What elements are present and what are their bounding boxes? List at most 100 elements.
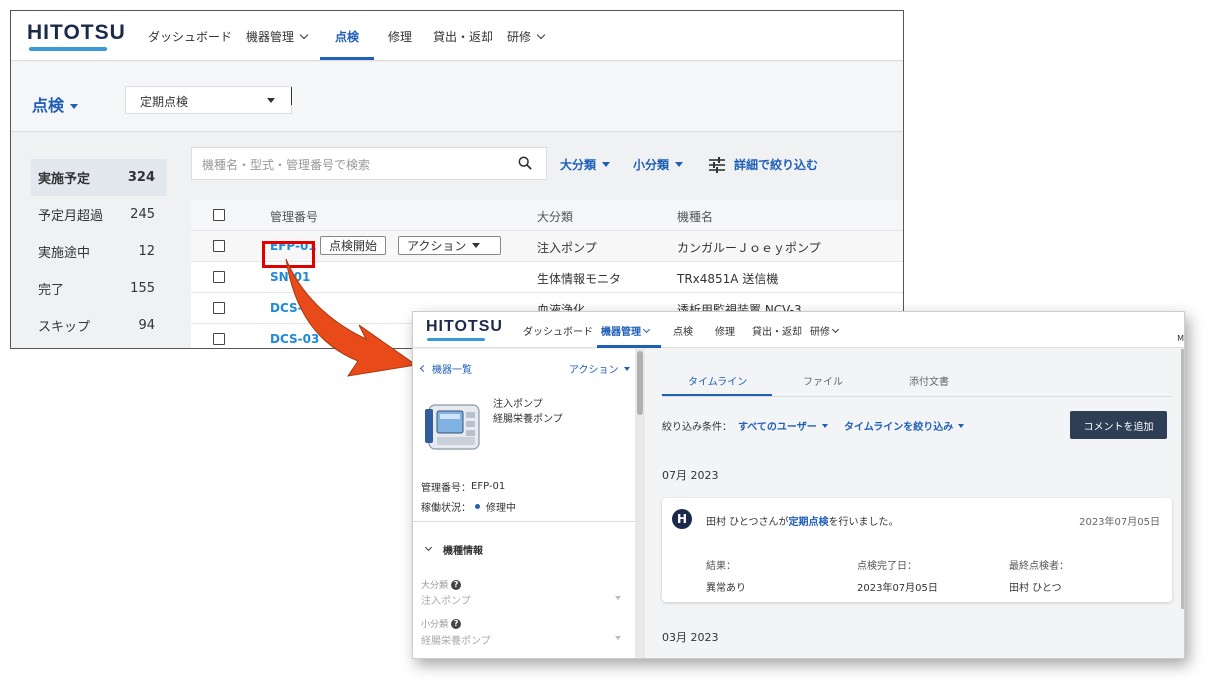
search-input[interactable]: 機種名・型式・管理番号で検索 xyxy=(191,147,547,180)
infusion-pump-image xyxy=(425,404,480,450)
tab-attachments[interactable]: 添付文書 xyxy=(909,373,949,388)
caret-down-icon xyxy=(623,366,630,371)
major-category-filter[interactable]: 大分類 xyxy=(560,156,611,173)
field-label-text: 小分類 xyxy=(421,620,449,630)
top-nav: HITOTSU ダッシュボード 機器管理 点検 修理 貸出・返却 研修 M xyxy=(413,312,1184,348)
nav-repair[interactable]: 修理 xyxy=(715,323,735,338)
timeline-entry-text: 田村 ひとつさんが定期点検を行いました。 xyxy=(706,513,898,528)
column-header[interactable]: 大分類 xyxy=(537,208,573,225)
action-button[interactable]: アクション xyxy=(398,236,501,255)
hitotsu-logo[interactable]: HITOTSU xyxy=(27,21,126,51)
nav-dashboard[interactable]: ダッシュボード xyxy=(148,28,232,45)
action-dropdown[interactable]: アクション xyxy=(569,361,630,376)
scrollbar-thumb[interactable] xyxy=(637,351,643,415)
completion-value: 2023年07月05日 xyxy=(857,583,938,594)
operation-status: 稼働状況： 修理中 xyxy=(421,499,516,514)
sidebar-item-overdue[interactable]: 予定月超過 245 xyxy=(31,196,167,233)
sidebar-item-count: 324 xyxy=(127,170,155,185)
device-category: 注入ポンプ xyxy=(493,399,543,410)
field-value-text: 経腸栄養ポンプ xyxy=(421,636,491,647)
sidebar-item-skipped[interactable]: スキップ 94 xyxy=(31,307,167,344)
nav-label: 修理 xyxy=(388,30,413,44)
start-inspection-button[interactable]: 点検開始 xyxy=(320,236,387,255)
row-checkbox[interactable] xyxy=(213,333,225,345)
tab-files[interactable]: ファイル xyxy=(803,373,843,388)
entry-highlight[interactable]: 定期点検 xyxy=(788,517,828,528)
select-all-checkbox[interactable] xyxy=(213,209,225,221)
search-icon[interactable] xyxy=(518,156,532,170)
nav-repair[interactable]: 修理 xyxy=(388,28,412,45)
nav-training[interactable]: 研修 xyxy=(810,323,840,338)
row-checkbox[interactable] xyxy=(213,240,225,252)
month-heading: 03月 2023 xyxy=(662,631,719,644)
button-label: アクション xyxy=(407,239,467,253)
caret-down-icon xyxy=(602,162,611,167)
page-title-dropdown[interactable]: 点検 xyxy=(32,92,79,116)
completion-label: 点検完了日： xyxy=(857,561,917,572)
filter-value: すべてのユーザー xyxy=(738,422,817,433)
inspector-column: 最終点検者： 田村 ひとつ xyxy=(1009,557,1069,594)
help-icon[interactable]: ? xyxy=(451,579,462,590)
timeline-entry-card[interactable]: H 田村 ひとつさんが定期点検を行いました。 2023年07月05日 結果： 異常… xyxy=(662,498,1172,602)
model-info-section-toggle[interactable]: 機種情報 xyxy=(424,542,483,557)
add-comment-button[interactable]: コメントを追加 xyxy=(1070,411,1167,439)
logo-text: HITOTSU xyxy=(426,318,503,335)
field-major-category[interactable]: 注入ポンプ xyxy=(421,592,621,607)
sidebar-item-label: 予定月超過 xyxy=(38,209,104,224)
chevron-left-icon xyxy=(419,364,428,373)
inspection-list-window: HITOTSU ダッシュボード 機器管理 点検 修理 貸出・返却 研修 点検 定… xyxy=(10,10,904,349)
back-link-label: 機器一覧 xyxy=(432,365,472,376)
nav-dashboard[interactable]: ダッシュボード xyxy=(523,323,593,338)
nav-equipment[interactable]: 機器管理 xyxy=(601,323,651,338)
result-label: 結果： xyxy=(706,561,736,572)
nav-lending[interactable]: 貸出・返却 xyxy=(433,28,493,45)
meta-value: 修理中 xyxy=(486,503,516,514)
sidebar-item-in-progress[interactable]: 実施途中 12 xyxy=(31,233,167,270)
nav-inspection[interactable]: 点検 xyxy=(335,28,359,45)
detail-filter-button[interactable]: 詳細で絞り込む xyxy=(708,156,818,173)
nav-label: 研修 xyxy=(507,30,532,44)
nav-lending[interactable]: 貸出・返却 xyxy=(752,323,802,338)
right-panel-scrollbar[interactable] xyxy=(1181,349,1184,609)
minor-category-filter[interactable]: 小分類 xyxy=(633,156,684,173)
help-icon[interactable]: ? xyxy=(451,618,462,629)
nav-inspection[interactable]: 点検 xyxy=(673,323,693,338)
timeline-panel: タイムライン ファイル 添付文書 絞り込み条件： すべてのユーザー タイムライン… xyxy=(645,349,1184,658)
sliders-icon xyxy=(709,156,725,173)
inspector-value: 田村 ひとつ xyxy=(1009,583,1062,594)
user-filter-dropdown[interactable]: すべてのユーザー xyxy=(738,418,828,433)
column-header[interactable]: 機種名 xyxy=(677,208,713,225)
hitotsu-logo[interactable]: HITOTSU xyxy=(426,318,503,341)
sidebar-item-count: 12 xyxy=(138,244,155,259)
filter-value: タイムラインを絞り込み xyxy=(844,422,954,433)
timeline-filter-dropdown[interactable]: タイムラインを絞り込み xyxy=(844,418,965,433)
page-title: 点検 xyxy=(32,96,65,115)
nav-cut-text: M xyxy=(1177,334,1184,343)
model-cell: TRx4851A 送信機 xyxy=(677,272,779,286)
nav-label: 研修 xyxy=(810,327,830,338)
field-minor-category[interactable]: 経腸栄養ポンプ xyxy=(421,632,621,647)
entry-date: 2023年07月05日 xyxy=(1079,517,1160,528)
active-tab-indicator xyxy=(662,394,772,396)
sidebar-item-scheduled[interactable]: 実施予定 324 xyxy=(31,159,167,196)
column-header[interactable]: 管理番号 xyxy=(270,208,318,225)
tab-timeline[interactable]: タイムライン xyxy=(688,373,747,388)
text-cursor xyxy=(291,87,292,105)
nav-label: 点検 xyxy=(335,30,360,44)
sidebar-item-count: 94 xyxy=(138,318,155,333)
left-panel-scrollbar[interactable] xyxy=(635,349,645,658)
nav-equipment[interactable]: 機器管理 xyxy=(246,28,309,45)
search-placeholder: 機種名・型式・管理番号で検索 xyxy=(202,158,371,172)
back-to-device-list[interactable]: 機器一覧 xyxy=(419,361,472,376)
result-column: 結果： 異常あり xyxy=(706,557,746,594)
row-checkbox[interactable] xyxy=(213,271,225,283)
caret-down-icon xyxy=(821,423,828,428)
page-header: 点検 定期点検 xyxy=(11,62,903,132)
inspection-type-select[interactable]: 定期点検 xyxy=(125,86,292,114)
status-sidebar: 実施予定 324 予定月超過 245 実施途中 12 完了 155 スキップ 94 xyxy=(31,159,167,344)
nav-training[interactable]: 研修 xyxy=(507,28,546,45)
sidebar-item-completed[interactable]: 完了 155 xyxy=(31,270,167,307)
caret-down-icon xyxy=(958,423,965,428)
row-checkbox[interactable] xyxy=(213,302,225,314)
caret-down-icon xyxy=(675,162,684,167)
